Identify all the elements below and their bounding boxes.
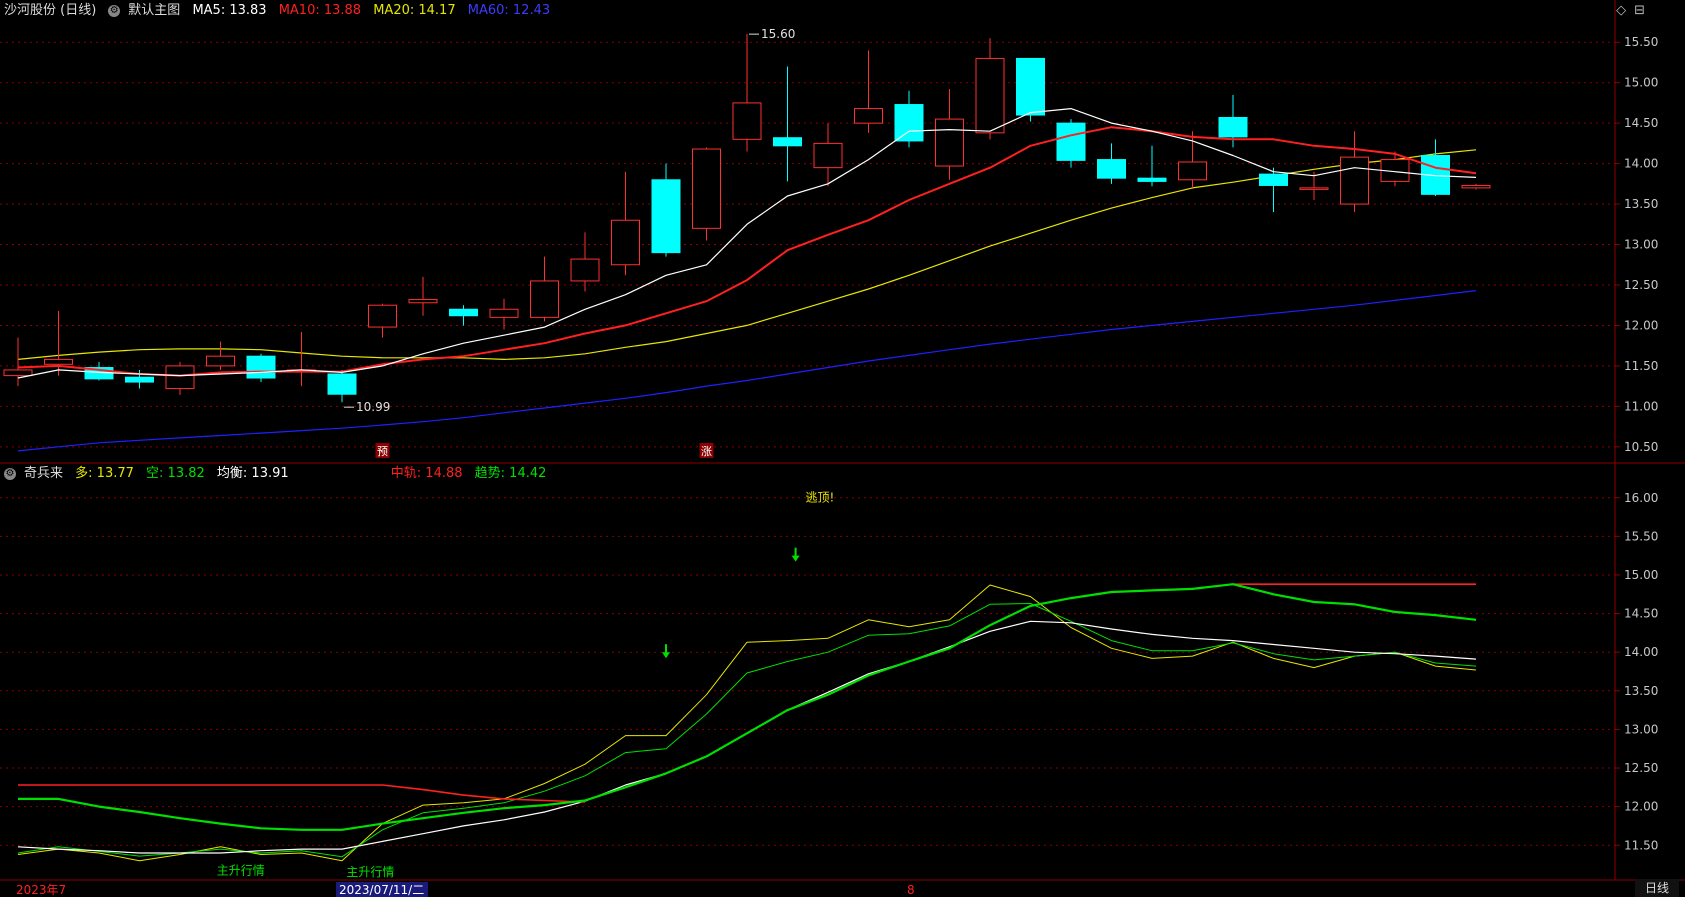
indicator-axis-tick-label: 13.50 <box>1624 684 1658 698</box>
qushi-value: 趋势: 14.42 <box>474 466 547 481</box>
price-annotation-label: 10.99 <box>356 400 390 414</box>
price-axis-tick-label: 13.50 <box>1624 197 1658 211</box>
time-axis-label: 2023年7 <box>16 883 66 897</box>
indicator-settings-icon[interactable]: ⚙ <box>4 467 16 480</box>
candle-body-up[interactable] <box>489 308 519 318</box>
signal-label: 涨 <box>701 445 712 458</box>
zhonggui-value: 中轨: 14.88 <box>390 466 463 481</box>
ma10-line <box>17 126 1477 377</box>
expand-icon[interactable]: ⊟ <box>1634 3 1645 18</box>
candle-body-up[interactable] <box>368 304 397 328</box>
indicator-axis-tick-label: 16.00 <box>1624 491 1658 505</box>
candle-body-up[interactable] <box>611 219 640 266</box>
qushi-line <box>18 583 1477 831</box>
candle-body-up[interactable] <box>935 118 964 167</box>
settings-icon[interactable]: ⚙ <box>108 4 121 17</box>
price-axis-tick-label: 12.00 <box>1624 318 1658 332</box>
candle-body-up[interactable] <box>692 148 721 229</box>
duo-line <box>17 584 1477 862</box>
kong-line <box>17 603 1477 858</box>
main-chart-header: 沙河股份 (日线) ⚙ 默认主图 MA5: 13.83 MA10: 13.88 MA… <box>0 0 558 22</box>
signal-arrow-head <box>662 652 670 659</box>
ma10-value: MA10: 13.88 <box>278 3 362 18</box>
candle-body-down[interactable] <box>1259 173 1288 186</box>
candle-body-down[interactable] <box>246 355 276 379</box>
sub-chart-header: ⚙ 奇兵来 多: 13.77 空: 13.82 均衡: 13.91 中轨: 14.… <box>0 463 554 485</box>
price-axis-tick-label: 14.00 <box>1624 157 1658 171</box>
candle-body-down[interactable] <box>327 373 357 395</box>
escape-top-label: 逃顶! <box>805 491 834 505</box>
candle-body-up[interactable] <box>813 142 843 169</box>
candle-body-down[interactable] <box>1056 122 1086 161</box>
candle-body-up[interactable] <box>732 102 762 140</box>
candle-body-up[interactable] <box>206 355 235 367</box>
price-axis-tick-label: 11.50 <box>1624 359 1658 373</box>
period-tab[interactable]: 日线 <box>1635 879 1679 897</box>
candle-body-up[interactable] <box>854 108 883 124</box>
duo-value: 多: 13.77 <box>75 466 134 481</box>
candle-body-down[interactable] <box>1097 159 1126 179</box>
candle-body-up[interactable] <box>570 258 600 282</box>
candle-body-up[interactable] <box>1299 187 1329 190</box>
junheng-value: 均衡: 13.91 <box>216 466 289 481</box>
signal-arrow-head <box>791 555 800 562</box>
price-axis-tick-label: 10.50 <box>1624 440 1658 454</box>
time-axis-label: 8 <box>907 883 915 897</box>
indicator-axis-tick-label: 14.50 <box>1624 607 1658 621</box>
candle-body-down[interactable] <box>1218 116 1248 138</box>
indicator-name[interactable]: 奇兵来 <box>24 466 63 481</box>
candle-body-up[interactable] <box>1340 156 1369 205</box>
signal-label: 预 <box>377 445 388 458</box>
candle-body-down[interactable] <box>1016 57 1045 116</box>
ma60-value: MA60: 12.43 <box>467 3 551 18</box>
ma20-value: MA20: 14.17 <box>373 3 456 18</box>
indicator-axis-tick-label: 12.50 <box>1624 761 1658 775</box>
cursor-date-label: 2023/07/11/二 <box>339 883 424 897</box>
kong-value: 空: 13.82 <box>146 466 205 481</box>
candle-body-down[interactable] <box>449 308 478 317</box>
candle-body-down[interactable] <box>651 179 681 254</box>
indicator-axis-tick-label: 15.00 <box>1624 568 1658 582</box>
price-axis-tick-label: 11.00 <box>1624 399 1658 413</box>
candle-body-up[interactable] <box>165 365 195 390</box>
candle-body-down[interactable] <box>125 376 154 383</box>
template-name[interactable]: 默认主图 <box>128 3 180 18</box>
price-axis-tick-label: 13.00 <box>1624 238 1658 252</box>
main-rise-label: 主升行情 <box>217 864 265 878</box>
candle-body-up[interactable] <box>408 299 438 304</box>
stock-name[interactable]: 沙河股份 (日线) <box>4 3 96 18</box>
candle-body-up[interactable] <box>1178 161 1207 181</box>
candle-body-up[interactable] <box>975 57 1005 134</box>
top-right-icons: ◇ ⊟ <box>1608 3 1645 18</box>
indicator-axis-tick-label: 11.50 <box>1624 838 1658 852</box>
price-axis-tick-label: 15.00 <box>1624 76 1658 90</box>
main-rise-label: 主升行情 <box>346 865 394 879</box>
candle-body-up[interactable] <box>1461 184 1491 189</box>
price-axis-tick-label: 15.50 <box>1624 35 1658 49</box>
indicator-axis-tick-label: 12.00 <box>1624 800 1658 814</box>
candle-body-down[interactable] <box>894 104 924 142</box>
junheng-line <box>17 620 1477 854</box>
price-axis-tick-label: 14.50 <box>1624 116 1658 130</box>
diamond-icon[interactable]: ◇ <box>1616 3 1626 18</box>
ma60-line <box>17 290 1477 452</box>
candle-body-down[interactable] <box>773 137 802 147</box>
indicator-axis-tick-label: 14.00 <box>1624 645 1658 659</box>
candle-body-up[interactable] <box>530 280 559 318</box>
candle-body-up[interactable] <box>44 358 73 365</box>
indicator-axis-tick-label: 15.50 <box>1624 529 1658 543</box>
indicator-axis-tick-label: 13.00 <box>1624 722 1658 736</box>
price-axis-tick-label: 12.50 <box>1624 278 1658 292</box>
price-annotation-label: 15.60 <box>761 27 795 41</box>
candle-body-up[interactable] <box>3 369 33 377</box>
ma20-line <box>17 149 1477 360</box>
ma5-value: MA5: 13.83 <box>192 3 267 18</box>
chart-canvas[interactable]: 10.50 11.00 11.50 12.00 12.50 13.00 13.50 14.00… <box>0 0 1685 897</box>
candle-body-down[interactable] <box>1137 177 1167 182</box>
